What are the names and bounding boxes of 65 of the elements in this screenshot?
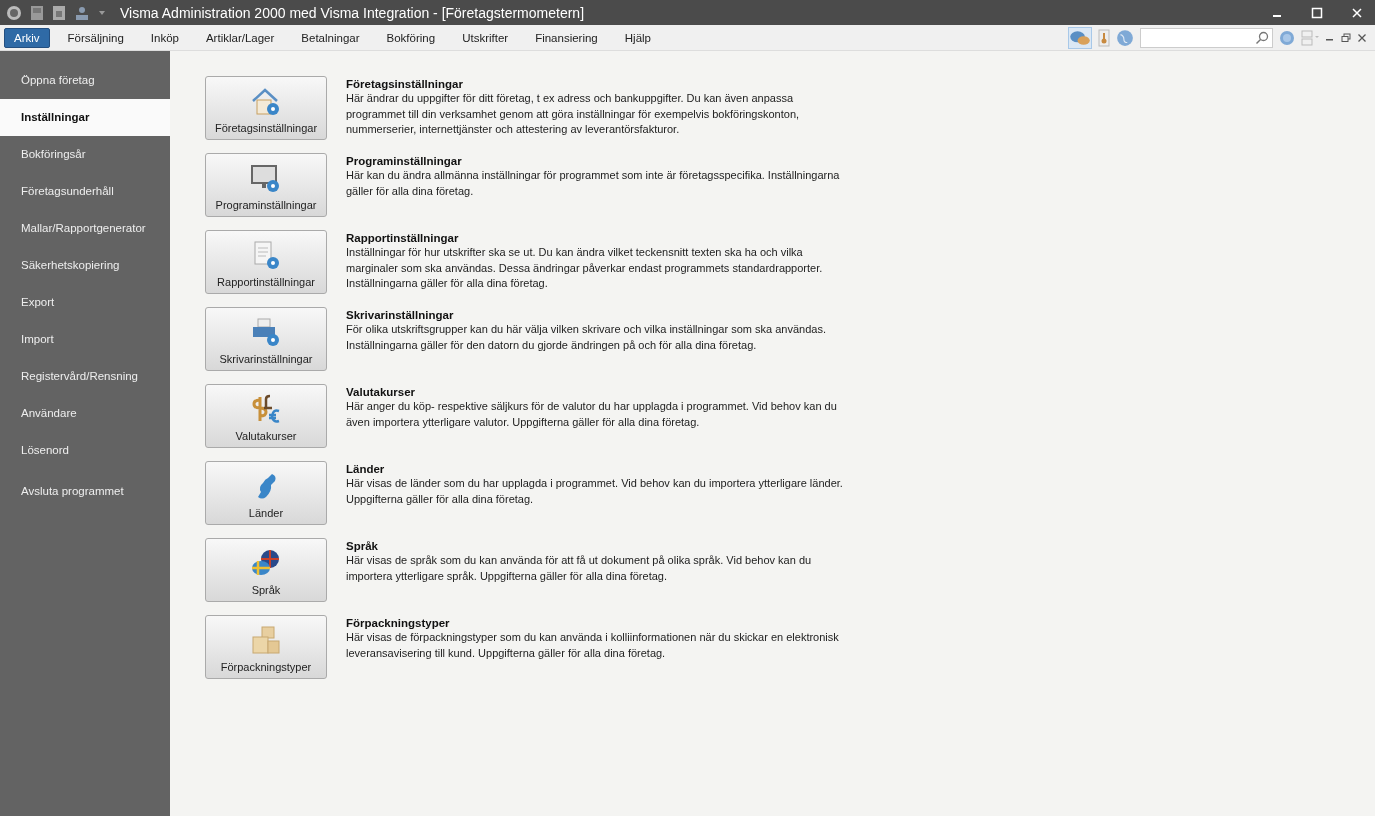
settings-button[interactable]: Rapportinställningar [205,230,327,294]
sidebar-item[interactable]: Företagsunderhåll [0,173,170,210]
sidebar-item[interactable]: Öppna företag [0,62,170,99]
settings-button[interactable]: Länder [205,461,327,525]
currency-symbols-icon [250,394,282,426]
settings-button[interactable]: Skrivarinställningar [205,307,327,371]
app-logo-icon [6,4,22,21]
setting-title: Förpackningstyper [346,617,451,629]
search-field[interactable] [1140,27,1273,48]
thermometer-icon[interactable] [1098,28,1110,47]
window-title: Visma Administration 2000 med Visma Integration - [Företagstermometern] [120,4,585,21]
settings-button[interactable]: Språk [205,538,327,602]
sidebar-item[interactable]: Import [0,321,170,358]
setting-title: Valutakurser [346,386,417,398]
setting-description: Inställningar för hur utskrifter ska se ut. Du kan ändra vilket teckensnitt texten ska ha och vilka marginaler som ska användas. Dessa ändringar påverkar endast programmets standardrapporter. Inställningarna gäller för alla dina företag. [346,245,824,291]
restore-icon[interactable] [1341,32,1351,43]
house-gear-icon [250,86,282,118]
settings-button[interactable]: Programinställningar [205,153,327,217]
settings-button[interactable]: Valutakurser [205,384,327,448]
setting-description: För olika utskriftsgrupper kan du här välja vilken skrivare och vilka inställningar som ska användas. Inställningarna gäller för den datorn du gjorde ändringen på och för alla dina företag. [346,322,827,353]
monitor-gear-icon [250,163,282,195]
setting-description: Här ändrar du uppgifter för ditt företag, t ex adress och bankuppgifter. Du kan även anpassa programmet till din verksamhet genom att göra inställningar för exempelvis bokföringskonton, nummerserier, internettjänster och attestering av leverantörsfakturor. [346,91,801,137]
setting-description: Här anger du köp- respektive säljkurs för de valutor du har upplagda i programmet. Vid behov kan du även importera ytterligare valutor. Uppgifterna gäller för alla dina företag. [346,399,838,430]
sidebar-item[interactable]: Bokföringsår [0,136,170,173]
setting-description: Här visas de förpackningstyper som du kan använda i kolliinformationen när du skickar en elektronisk leveransavisering till kund. Uppgifterna gäller för alla dina företag. [346,630,840,661]
menu-item[interactable]: Utskrifter [453,28,518,47]
document-icon[interactable] [52,4,66,21]
user-icon[interactable] [74,4,90,21]
menu-item[interactable]: Arkiv [4,27,50,48]
menu-item[interactable]: Försäljning [58,28,133,47]
setting-title: Företagsinställningar [346,78,464,90]
close-icon[interactable] [1357,32,1367,43]
printer-gear-icon [250,317,282,349]
menu-item[interactable]: Bokföring [377,28,445,47]
help-icon[interactable] [1279,29,1295,46]
settings-button[interactable]: Förpackningstyper [205,615,327,679]
menu-item[interactable]: Artiklar/Lager [196,28,284,47]
chat-bubbles-icon[interactable] [1068,26,1092,49]
dropdown-caret-icon[interactable] [98,8,106,17]
sidebar-item[interactable]: Användare [0,395,170,432]
globe-icon[interactable] [1116,28,1134,47]
sidebar-item[interactable]: Lösenord [0,432,170,469]
sidebar-item[interactable]: Mallar/Rapportgenerator [0,210,170,247]
setting-description: Här visas de länder som du har upplagda i programmet. Vid behov kan du importera ytterligare länder. Uppgifterna gäller för alla dina företag. [346,476,843,507]
menu-item[interactable]: Hjälp [615,28,660,47]
boxes-icon [250,625,282,657]
setting-title: Skrivarinställningar [346,309,455,321]
settings-button[interactable]: Företagsinställningar [205,76,327,140]
setting-description: Här kan du ändra allmänna inställningar för programmet som inte är företagsspecifika. Inställningarna gäller för alla dina företag. [346,168,841,199]
setting-description: Här visas de språk som du kan använda för att få ut dokument på olika språk. Vid behov kan du importera ytterligare språk. Uppgifterna gäller för alla dina företag. [346,553,813,584]
sidebar-item[interactable]: Registervård/Rensning [0,358,170,395]
sidebar-item[interactable]: Inställningar [0,99,170,136]
menu-item[interactable]: Finansiering [526,28,607,47]
sidebar-item[interactable]: Export [0,284,170,321]
sidebar-item[interactable]: Avsluta programmet [0,473,170,510]
setting-title: Länder [346,463,386,475]
maximize-icon[interactable] [1311,6,1323,19]
save-icon[interactable] [30,4,44,21]
menu-item[interactable]: Betalningar [292,28,369,47]
setting-title: Språk [346,540,379,552]
search-icon [1255,30,1269,45]
sidebar-item[interactable]: Säkerhetskopiering [0,247,170,284]
menu-item[interactable]: Inköp [141,28,188,47]
setting-title: Rapportinställningar [346,232,460,244]
setting-title: Programinställningar [346,155,463,167]
